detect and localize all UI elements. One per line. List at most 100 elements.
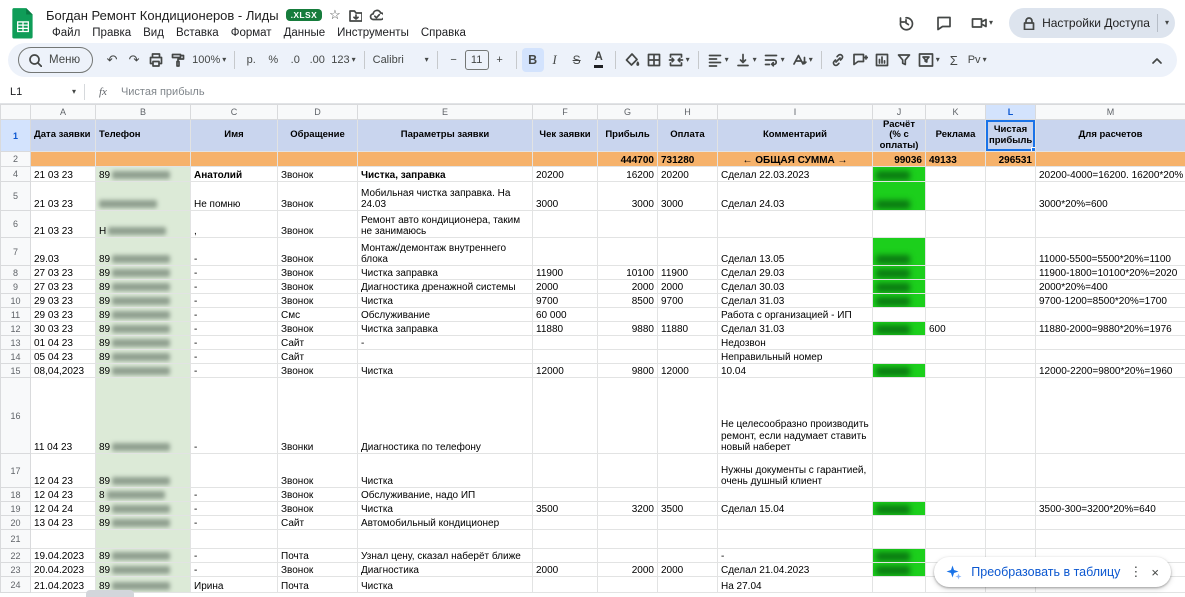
cell-A11[interactable]: 29 03 23	[31, 308, 96, 322]
cell-I10[interactable]: Сделал 31.03	[718, 294, 873, 308]
cell-M13[interactable]	[1036, 336, 1185, 350]
cell-F7[interactable]	[533, 238, 598, 266]
cell-B22[interactable]: 89	[96, 549, 191, 563]
cell-B6[interactable]: Н	[96, 211, 191, 238]
cell-F17[interactable]	[533, 454, 598, 488]
cell-H11[interactable]	[658, 308, 718, 322]
comments-icon[interactable]	[933, 12, 955, 34]
cell-D22[interactable]: Почта	[278, 549, 358, 563]
fill-color-button[interactable]	[621, 48, 643, 72]
column-header-F[interactable]: F	[533, 105, 598, 120]
cell-L7[interactable]	[986, 238, 1036, 266]
cell-G6[interactable]	[598, 211, 658, 238]
currency-format-button[interactable]: р.	[240, 48, 262, 72]
cell-F10[interactable]: 9700	[533, 294, 598, 308]
cell-M6[interactable]	[1036, 211, 1185, 238]
cell-M14[interactable]	[1036, 350, 1185, 364]
cell-H17[interactable]	[658, 454, 718, 488]
cell-H6[interactable]	[658, 211, 718, 238]
cell-H8[interactable]: 11900	[658, 266, 718, 280]
cell-H16[interactable]	[658, 378, 718, 454]
cell-E22[interactable]: Узнал цену, сказал наберёт ближе	[358, 549, 533, 563]
horizontal-align-button[interactable]: ▾	[704, 48, 732, 72]
cell-E11[interactable]: Обслуживание	[358, 308, 533, 322]
cell-F13[interactable]	[533, 336, 598, 350]
cell-I16[interactable]: Не целесообразно производить ремонт, есл…	[718, 378, 873, 454]
column-header-E[interactable]: E	[358, 105, 533, 120]
redo-button[interactable]: ↷	[123, 48, 145, 72]
cell-I19[interactable]: Сделал 15.04	[718, 502, 873, 516]
cell-D13[interactable]: Сайт	[278, 336, 358, 350]
cell-J21[interactable]	[873, 530, 926, 549]
row-header-14[interactable]: 14	[1, 350, 31, 364]
cell-C16[interactable]: -	[191, 378, 278, 454]
row-header-11[interactable]: 11	[1, 308, 31, 322]
cell-J17[interactable]	[873, 454, 926, 488]
share-caret-icon[interactable]: ▾	[1165, 19, 1169, 27]
cell-E23[interactable]: Диагностика	[358, 563, 533, 577]
cell-D19[interactable]: Звонок	[278, 502, 358, 516]
cell-A20[interactable]: 13 04 23	[31, 516, 96, 530]
cell-L4[interactable]	[986, 167, 1036, 182]
cell-L8[interactable]	[986, 266, 1036, 280]
cell-K4[interactable]	[926, 167, 986, 182]
pv-extension-button[interactable]: Pv▾	[965, 48, 990, 72]
popup-menu-icon[interactable]: ⋮	[1129, 564, 1142, 580]
cell-C14[interactable]: -	[191, 350, 278, 364]
merge-cells-button[interactable]: ▾	[665, 48, 693, 72]
name-box[interactable]: L1 ▾	[10, 86, 84, 98]
cell-A14[interactable]: 05 04 23	[31, 350, 96, 364]
cell-K9[interactable]	[926, 280, 986, 294]
column-header-M[interactable]: M	[1036, 105, 1185, 120]
cloud-status-icon[interactable]	[369, 8, 383, 22]
cell-C19[interactable]: -	[191, 502, 278, 516]
cell-F24[interactable]	[533, 577, 598, 593]
cell-D15[interactable]: Звонок	[278, 364, 358, 378]
cell-C15[interactable]: -	[191, 364, 278, 378]
cell-A7[interactable]: 29.03	[31, 238, 96, 266]
column-header-B[interactable]: B	[96, 105, 191, 120]
zoom-select[interactable]: 100%▾	[189, 48, 229, 72]
cell-A15[interactable]: 08,04,2023	[31, 364, 96, 378]
column-header-J[interactable]: J	[873, 105, 926, 120]
cell-B21[interactable]	[96, 530, 191, 549]
cell-I21[interactable]	[718, 530, 873, 549]
cell-M15[interactable]: 12000-2200=9800*20%=1960	[1036, 364, 1185, 378]
cell-L6[interactable]	[986, 211, 1036, 238]
cell-L13[interactable]	[986, 336, 1036, 350]
cell-E13[interactable]: -	[358, 336, 533, 350]
cell-I11[interactable]: Работа с организацией - ИП	[718, 308, 873, 322]
cell-G2[interactable]: 444700	[598, 152, 658, 167]
cell-B20[interactable]: 89	[96, 516, 191, 530]
meet-button[interactable]: ▾	[971, 15, 993, 31]
row-header-2[interactable]: 2	[1, 152, 31, 167]
cell-H21[interactable]	[658, 530, 718, 549]
menu-tools[interactable]: Инструменты	[331, 26, 415, 40]
cell-C20[interactable]: -	[191, 516, 278, 530]
cell-L11[interactable]	[986, 308, 1036, 322]
convert-to-table-label[interactable]: Преобразовать в таблицу	[971, 565, 1120, 579]
cell-G23[interactable]: 2000	[598, 563, 658, 577]
cell-E4[interactable]: Чистка, заправка	[358, 167, 533, 182]
menu-insert[interactable]: Вставка	[170, 26, 225, 40]
cell-G17[interactable]	[598, 454, 658, 488]
cell-B8[interactable]: 89	[96, 266, 191, 280]
column-header-L[interactable]: L	[986, 105, 1036, 120]
cell-J16[interactable]	[873, 378, 926, 454]
cell-J15[interactable]	[873, 364, 926, 378]
cell-I24[interactable]: На 27.04	[718, 577, 873, 593]
cell-D14[interactable]: Сайт	[278, 350, 358, 364]
cell-G5[interactable]: 3000	[598, 182, 658, 211]
cell-C1[interactable]: Имя	[191, 120, 278, 152]
cell-F6[interactable]	[533, 211, 598, 238]
cell-E1[interactable]: Параметры заявки	[358, 120, 533, 152]
cell-J22[interactable]	[873, 549, 926, 563]
row-header-20[interactable]: 20	[1, 516, 31, 530]
cell-A13[interactable]: 01 04 23	[31, 336, 96, 350]
cell-K12[interactable]: 600	[926, 322, 986, 336]
column-header-K[interactable]: K	[926, 105, 986, 120]
cell-E16[interactable]: Диагностика по телефону	[358, 378, 533, 454]
font-size-input[interactable]: 11	[465, 50, 489, 70]
column-header-C[interactable]: C	[191, 105, 278, 120]
formula-input[interactable]: Чистая прибыль	[121, 86, 205, 98]
